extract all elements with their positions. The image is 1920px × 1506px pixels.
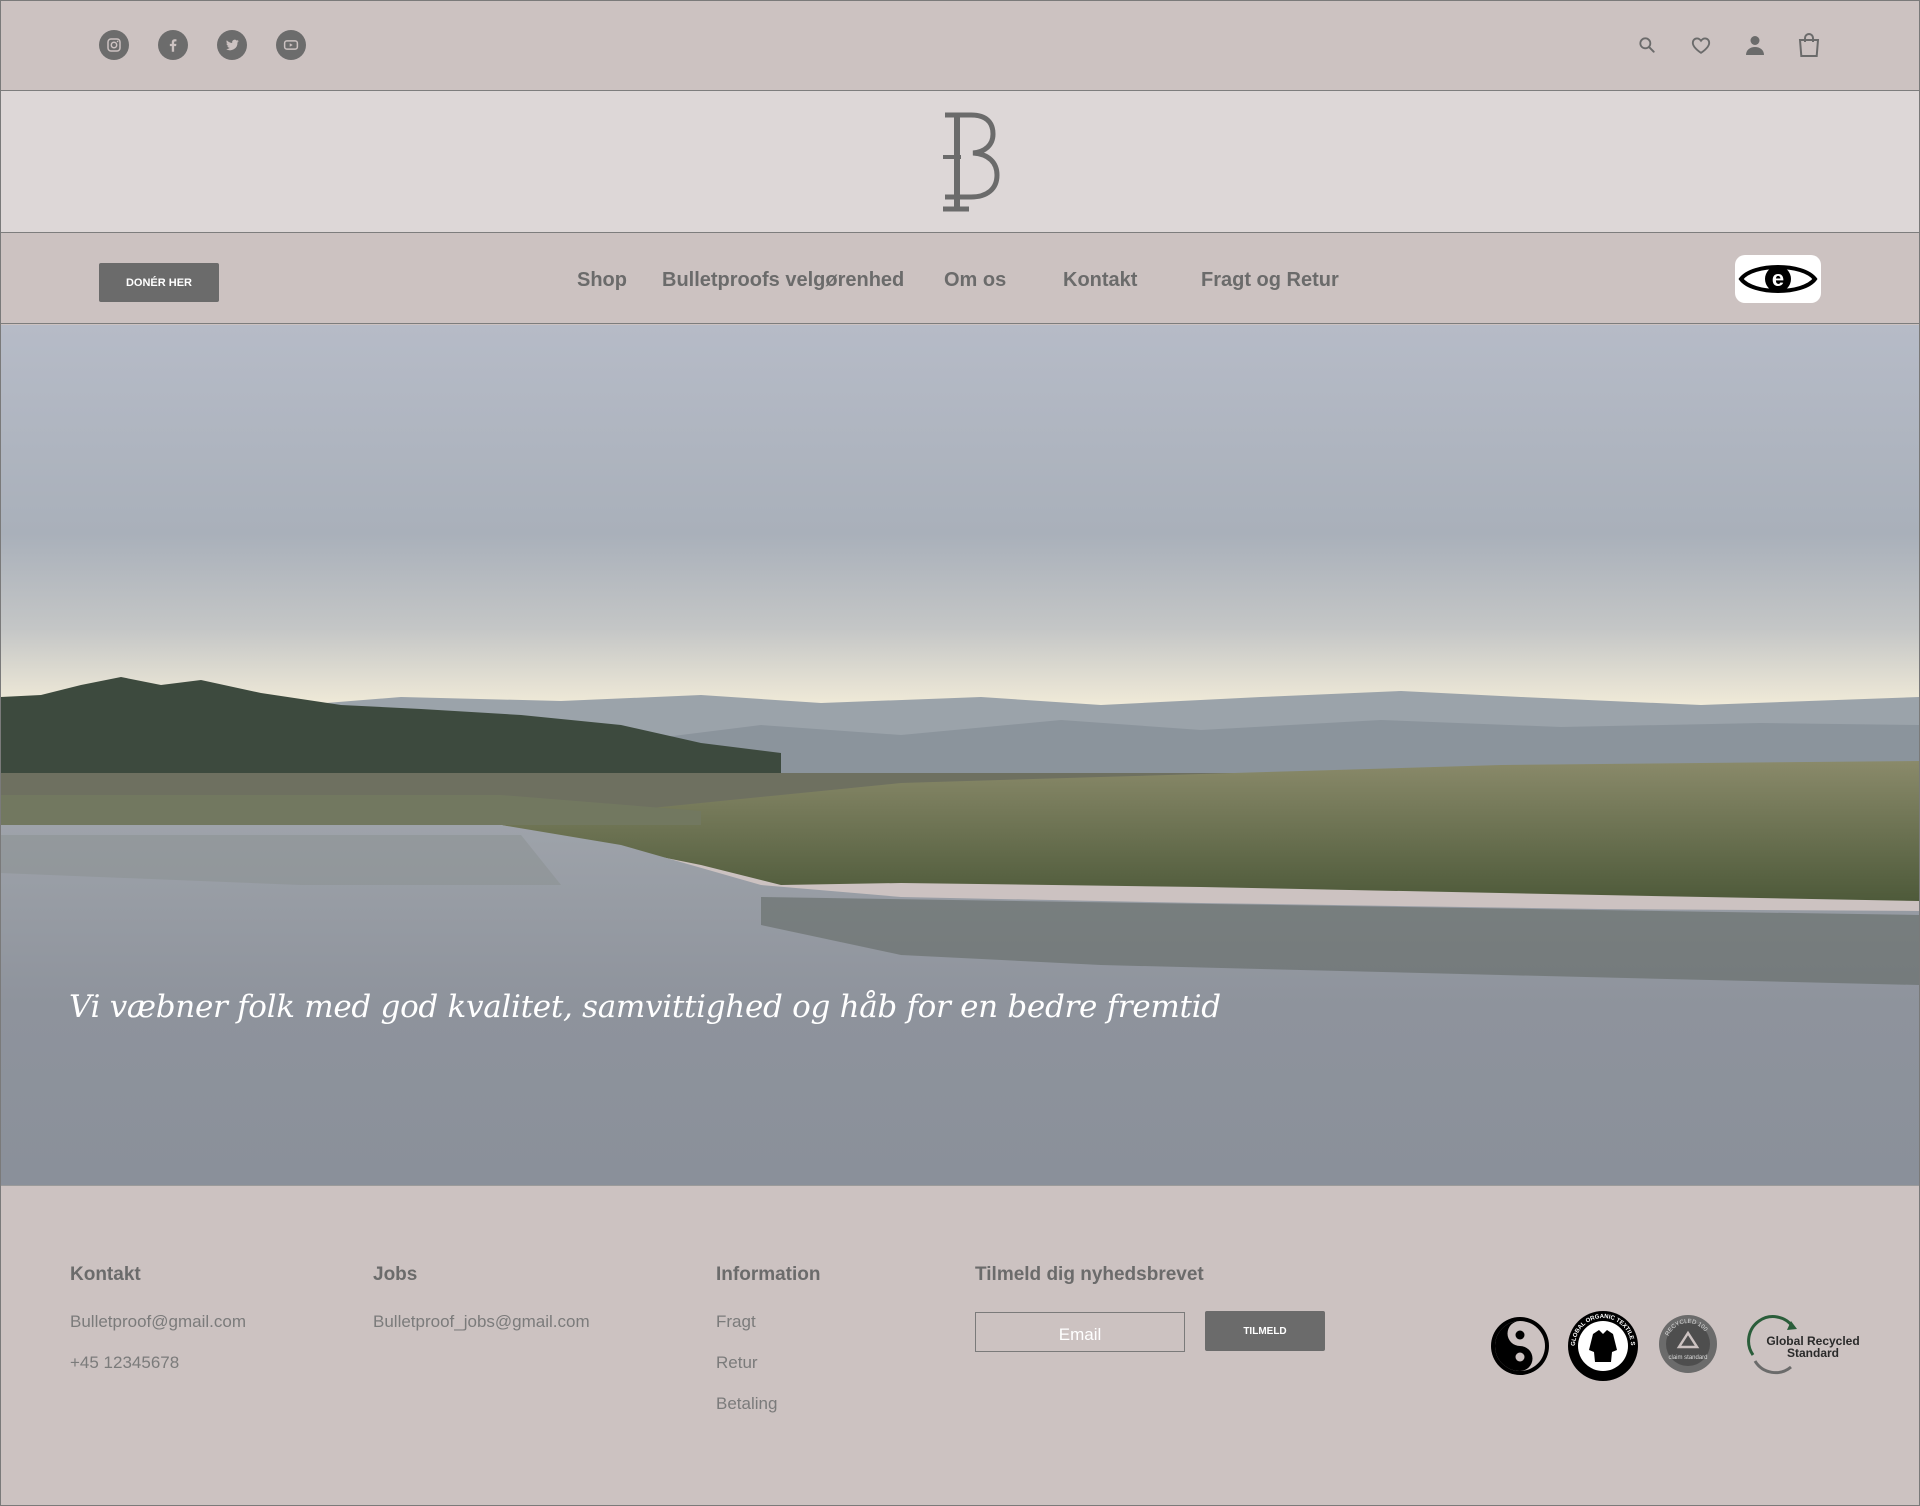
newsletter-email-input[interactable]	[975, 1312, 1185, 1352]
nav-item-about[interactable]: Om os	[944, 269, 1006, 292]
footer-jobs-title: Jobs	[373, 1264, 418, 1285]
contact-phone-link[interactable]: +45 12345678	[70, 1353, 246, 1373]
bag-icon[interactable]	[1797, 31, 1821, 59]
social-links	[99, 30, 306, 60]
main-nav: DONÉR HER Shop Bulletproofs velgørenhed …	[1, 233, 1919, 324]
footer-contact-title: Kontakt	[70, 1264, 141, 1285]
footer-information-title: Information	[716, 1264, 821, 1285]
nav-item-charity[interactable]: Bulletproofs velgørenhed	[662, 269, 904, 292]
gots-icon: GLOBAL ORGANIC TEXTILE STANDARD · GOTS ·	[1567, 1310, 1639, 1382]
jobs-email-link[interactable]: Bulletproof_jobs@gmail.com	[373, 1312, 590, 1332]
footer-jobs: Jobs Bulletproof_jobs@gmail.com	[373, 1264, 590, 1353]
logo-band	[1, 91, 1919, 233]
newsletter-title: Tilmeld dig nyhedsbrevet	[975, 1264, 1204, 1285]
recycled-claim-bottom: claim standard	[1668, 1355, 1707, 1361]
footer-contact: Kontakt Bulletproof@gmail.com +45 123456…	[70, 1264, 246, 1394]
heart-icon[interactable]	[1689, 31, 1713, 59]
hero-banner: Vi væbner folk med god kvalitet, samvitt…	[1, 325, 1919, 1185]
nav-item-shop[interactable]: Shop	[577, 269, 627, 292]
grs-line2: Standard	[1787, 1346, 1839, 1360]
newsletter-subscribe-button[interactable]: TILMELD	[1205, 1311, 1325, 1351]
top-bar	[1, 1, 1919, 91]
facebook-icon[interactable]	[158, 30, 188, 60]
fairtrade-icon	[1489, 1315, 1551, 1377]
footer: Kontakt Bulletproof@gmail.com +45 123456…	[1, 1185, 1919, 1505]
info-link-shipping[interactable]: Fragt	[716, 1312, 821, 1332]
utility-icons	[1635, 31, 1821, 59]
hero-tagline: Vi væbner folk med god kvalitet, samvitt…	[69, 989, 1221, 1025]
donate-button[interactable]: DONÉR HER	[99, 263, 219, 302]
youtube-icon[interactable]	[276, 30, 306, 60]
eye-badge-icon[interactable]: e	[1735, 255, 1821, 303]
hero-landscape-image	[1, 325, 1919, 1185]
twitter-icon[interactable]	[217, 30, 247, 60]
nav-item-shipping-returns[interactable]: Fragt og Retur	[1201, 269, 1339, 292]
brand-logo[interactable]	[937, 109, 1001, 217]
search-icon[interactable]	[1635, 31, 1659, 59]
page: DONÉR HER Shop Bulletproofs velgørenhed …	[0, 0, 1920, 1506]
nav-item-contact[interactable]: Kontakt	[1063, 269, 1137, 292]
contact-email-link[interactable]: Bulletproof@gmail.com	[70, 1312, 246, 1332]
recycled-claim-icon: RECYCLED 100 claim standard	[1657, 1313, 1719, 1379]
info-link-payment[interactable]: Betaling	[716, 1394, 821, 1414]
footer-information: Information Fragt Retur Betaling	[716, 1264, 821, 1435]
global-recycled-standard-icon: Global Recycled Standard	[1743, 1315, 1859, 1377]
info-link-returns[interactable]: Retur	[716, 1353, 821, 1373]
certification-logos: GLOBAL ORGANIC TEXTILE STANDARD · GOTS ·…	[1489, 1310, 1859, 1382]
instagram-icon[interactable]	[99, 30, 129, 60]
user-icon[interactable]	[1743, 31, 1767, 59]
badge-letter: e	[1772, 266, 1784, 291]
newsletter: Tilmeld dig nyhedsbrevet TILMELD	[975, 1264, 1325, 1352]
